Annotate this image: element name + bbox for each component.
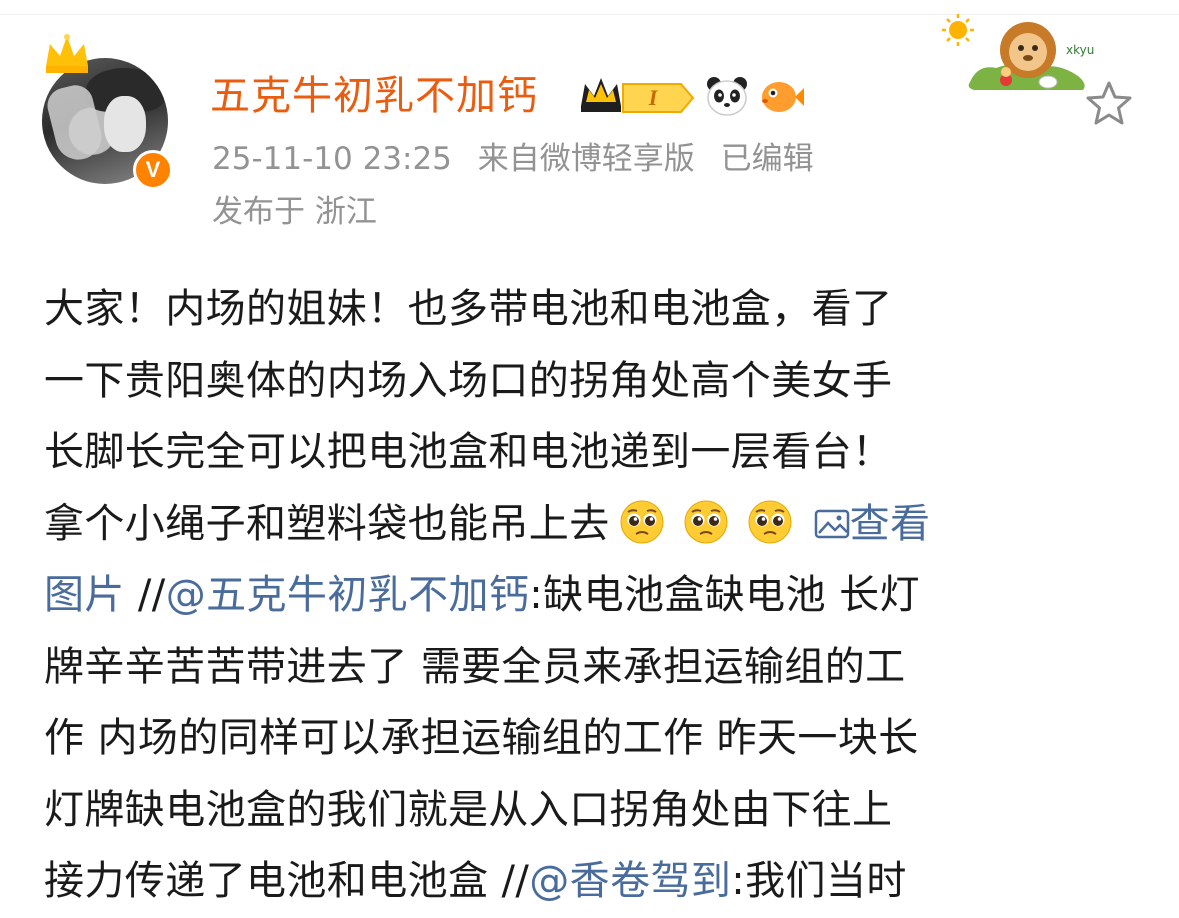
post-body: 大家！内场的姐妹！也多带电池和电池盒，看了 一下贵阳奥体的内场入场口的拐角处高个… xyxy=(44,274,1144,918)
repost-separator: // xyxy=(501,858,530,904)
post-text: 拿个小绳子和塑料袋也能吊上去 xyxy=(44,500,610,547)
mention-link[interactable]: @五克牛初乳不加钙 xyxy=(166,572,530,618)
view-image-link[interactable]: 查看 xyxy=(850,501,931,547)
post-text-line: 作 内场的同样可以承担运输组的工作 昨天一块长 xyxy=(44,715,919,761)
edited-label[interactable]: 已编辑 xyxy=(721,141,814,177)
post-meta: 25-11-10 23:25 来自微博轻享版 已编辑 xyxy=(212,137,830,181)
lion-sticker: xkyu xyxy=(942,14,1094,90)
post-text: 接力传递了电池和电池盒 xyxy=(44,858,502,904)
sun-icon xyxy=(942,14,974,46)
post-text-line: 接力传递了电池和电池盒 //@香卷驾到:我们当时 xyxy=(44,846,1144,918)
pleading-face-emoji xyxy=(620,500,664,543)
puffer-fish-icon xyxy=(762,82,804,112)
crown-level-icon[interactable]: I xyxy=(577,72,697,120)
post-text-line: 牌辛辛苦苦带进去了 需要全员来承担运输组的工 xyxy=(44,643,906,690)
post-text-line: 大家！内场的姐妹！也多带电池和电池盒，看了 xyxy=(44,286,893,332)
mention-link[interactable]: @香卷驾到 xyxy=(529,858,731,904)
star-icon[interactable] xyxy=(1083,78,1135,130)
view-image-link-cont[interactable]: 图片 xyxy=(44,572,125,618)
post-text: :我们当时 xyxy=(731,858,907,904)
crown-icon xyxy=(46,34,88,73)
post-datetime: 25-11-10 23:25 xyxy=(212,141,452,177)
level-badge: I xyxy=(648,85,659,110)
post-text-line: 图片 //@五克牛初乳不加钙:缺电池盒缺电池 长灯 xyxy=(44,560,1144,632)
pleading-face-emoji xyxy=(684,500,728,543)
verified-badge: V xyxy=(133,150,173,190)
pleading-face-emoji xyxy=(748,500,792,543)
image-icon[interactable] xyxy=(814,508,850,540)
post-text-line: 拿个小绳子和塑料袋也能吊上去 查看 xyxy=(44,489,1144,561)
post-text-line: 一下贵阳奥体的内场入场口的拐角处高个美女手 xyxy=(44,357,893,404)
author-badges: I xyxy=(577,66,805,126)
post-text-line: 灯牌缺电池盒的我们就是从入口拐角处由下往上 xyxy=(44,786,893,833)
svg-text:xkyu: xkyu xyxy=(1066,43,1094,57)
post-location: 发布于 浙江 xyxy=(212,194,377,230)
author-avatar[interactable]: V xyxy=(40,32,175,190)
author-name[interactable]: 五克牛初乳不加钙 xyxy=(210,70,538,122)
panda-icon xyxy=(707,77,747,116)
post-text-line: 长脚长完全可以把电池盒和电池递到一层看台！ xyxy=(44,429,893,475)
repost-separator: // xyxy=(124,572,166,618)
post-text: :缺电池盒缺电池 长灯 xyxy=(529,572,920,618)
post-source[interactable]: 来自微博轻享版 xyxy=(478,141,695,177)
